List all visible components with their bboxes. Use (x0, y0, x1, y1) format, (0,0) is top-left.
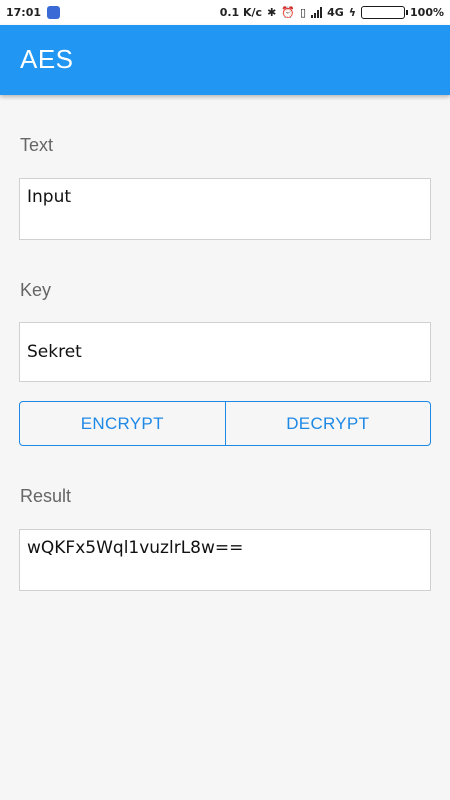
text-input-field[interactable]: Input (19, 178, 431, 240)
status-bar: 17:01 0.1 K/c ✱ ⏰ ▯ 4G ϟ 100% (0, 0, 450, 25)
network-speed: 0.1 K/c (219, 6, 263, 19)
key-input-field[interactable] (19, 322, 431, 382)
battery-icon (361, 6, 409, 19)
status-time: 17:01 (6, 6, 42, 19)
action-button-group: ENCRYPT DECRYPT (19, 401, 431, 446)
encrypt-button[interactable]: ENCRYPT (20, 402, 225, 445)
signal-icon (311, 7, 323, 18)
lightning-icon: ϟ (348, 6, 357, 19)
result-output-field[interactable]: wQKFx5Wql1vuzlrL8w== (19, 529, 431, 591)
app-title: AES (20, 44, 74, 74)
vibrate-icon: ▯ (300, 6, 307, 19)
network-type: 4G (327, 6, 344, 19)
text-input[interactable]: Input (27, 187, 423, 227)
result-label: Result (20, 486, 72, 506)
text-label: Text (20, 135, 54, 155)
result-output[interactable]: wQKFx5Wql1vuzlrL8w== (27, 538, 423, 578)
alarm-icon: ⏰ (281, 6, 295, 19)
app-bar: AES (0, 25, 450, 95)
battery-percent: 100% (410, 6, 444, 19)
status-right-group: 0.1 K/c ✱ ⏰ ▯ 4G ϟ 100% (220, 6, 444, 19)
key-input[interactable] (27, 342, 423, 362)
bluetooth-icon: ✱ (267, 6, 277, 19)
key-label: Key (20, 280, 52, 300)
decrypt-button[interactable]: DECRYPT (224, 402, 431, 445)
app-notification-icon (47, 6, 61, 19)
